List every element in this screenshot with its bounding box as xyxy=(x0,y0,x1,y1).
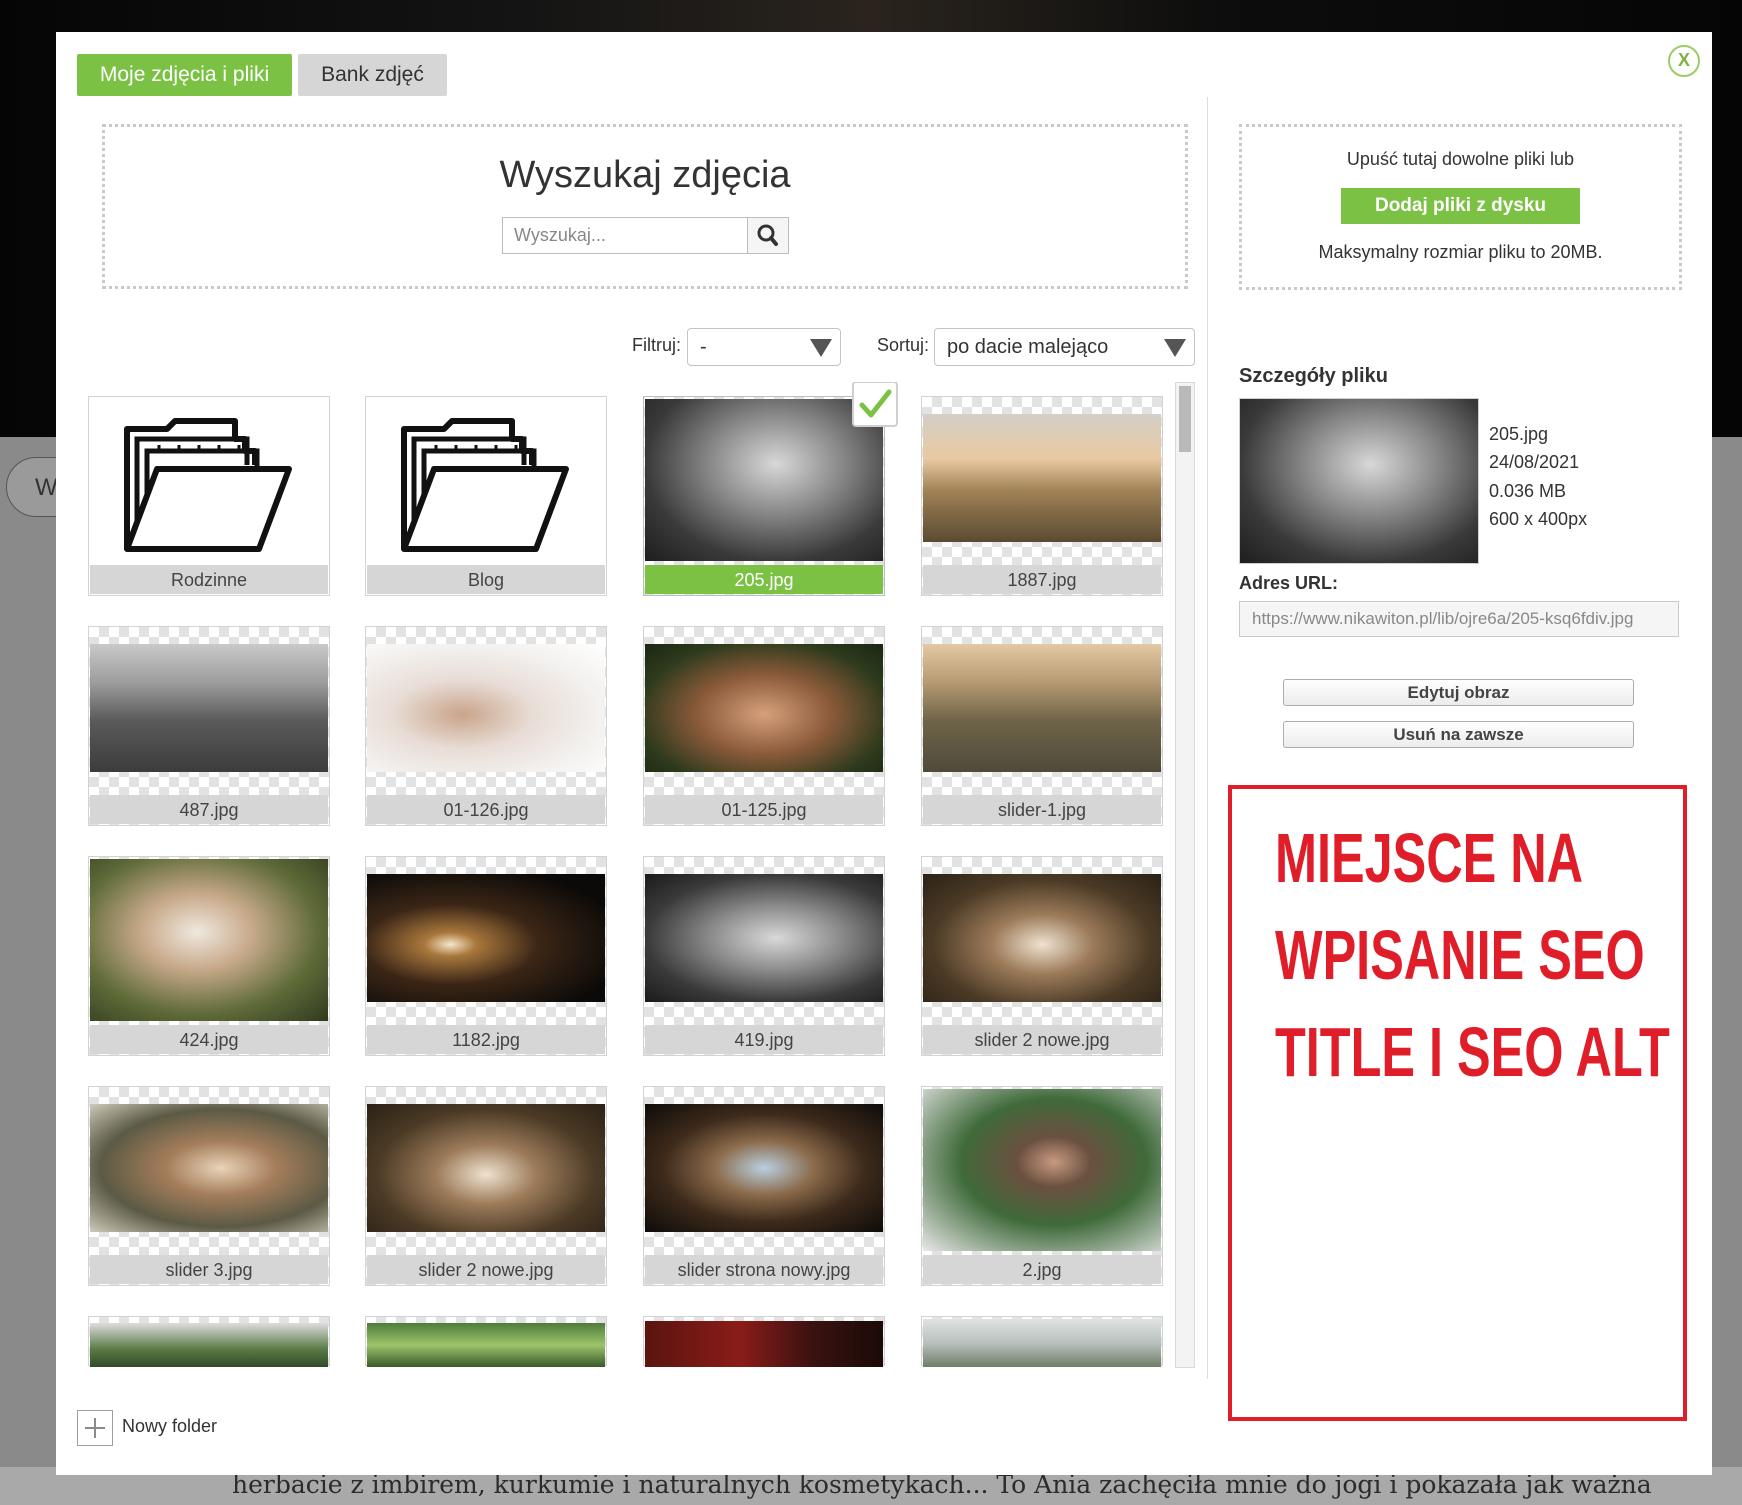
search-button[interactable] xyxy=(747,217,789,254)
seo-annotation-line: MIEJSCE NA xyxy=(1275,819,1584,897)
search-title: Wyszukaj zdjęcia xyxy=(499,154,791,196)
seo-annotation-line: TITLE I SEO ALT xyxy=(1275,1013,1670,1091)
folder-tile[interactable]: Rodzinne xyxy=(88,396,330,596)
file-name: Rodzinne xyxy=(90,565,328,594)
tab-my-files[interactable]: Moje zdjęcia i pliki xyxy=(77,54,292,96)
image-tile[interactable]: 1182.jpg xyxy=(365,856,607,1056)
search-icon xyxy=(757,224,778,246)
image-thumbnail xyxy=(645,1104,883,1232)
image-thumbnail xyxy=(367,644,605,772)
file-name: 487.jpg xyxy=(90,795,328,824)
image-tile[interactable]: slider 2 nowe.jpg xyxy=(921,856,1163,1056)
detail-size: 0.036 MB xyxy=(1489,481,1567,501)
file-name: 424.jpg xyxy=(90,1025,328,1054)
chevron-down-icon xyxy=(810,339,832,357)
image-thumbnail xyxy=(90,1104,328,1232)
image-tile[interactable]: slider strona nowy.jpg xyxy=(643,1086,885,1286)
add-files-button[interactable]: Dodaj pliki z dysku xyxy=(1341,188,1580,224)
filter-value: - xyxy=(700,336,707,358)
close-button[interactable]: X xyxy=(1668,45,1700,77)
search-panel xyxy=(102,124,1188,289)
sort-select[interactable]: po dacie malejąco xyxy=(934,328,1195,366)
max-size-note: Maksymalny rozmiar pliku to 20MB. xyxy=(1318,242,1603,262)
image-tile[interactable]: 01-125.jpg xyxy=(643,626,885,826)
detail-filename: 205.jpg xyxy=(1489,424,1549,444)
image-thumbnail xyxy=(367,874,605,1002)
image-tile[interactable]: slider 2 nowe.jpg xyxy=(365,1086,607,1286)
image-thumbnail xyxy=(923,1089,1161,1251)
sort-label: Sortuj: xyxy=(877,335,930,355)
detail-thumbnail xyxy=(1239,398,1479,564)
image-thumbnail xyxy=(645,874,883,1002)
image-thumbnail xyxy=(645,644,883,772)
file-name: 2.jpg xyxy=(923,1255,1161,1284)
detail-dimensions: 600 x 400px xyxy=(1489,509,1588,529)
file-name: slider 2 nowe.jpg xyxy=(923,1025,1161,1054)
file-grid-scrollbar[interactable] xyxy=(1175,382,1195,1368)
filter-label: Filtruj: xyxy=(632,335,681,355)
plus-icon xyxy=(85,1418,105,1438)
file-name: 1182.jpg xyxy=(367,1025,605,1054)
image-tile[interactable] xyxy=(365,1316,607,1367)
image-tile[interactable]: 424.jpg xyxy=(88,856,330,1056)
search-input[interactable] xyxy=(502,217,748,254)
image-tile[interactable]: 1887.jpg xyxy=(921,396,1163,596)
file-name: 205.jpg xyxy=(645,565,883,594)
file-name: slider strona nowy.jpg xyxy=(645,1255,883,1284)
folder-tile[interactable]: Blog xyxy=(365,396,607,596)
image-thumbnail xyxy=(367,1104,605,1232)
file-name: 01-126.jpg xyxy=(367,795,605,824)
image-tile[interactable]: 419.jpg xyxy=(643,856,885,1056)
url-field[interactable] xyxy=(1239,601,1679,637)
scrollbar-thumb[interactable] xyxy=(1179,386,1191,452)
image-tile[interactable]: 01-126.jpg xyxy=(365,626,607,826)
image-tile[interactable]: 487.jpg xyxy=(88,626,330,826)
folder-icon xyxy=(401,418,569,552)
panel-divider xyxy=(1207,97,1208,1379)
image-thumbnail xyxy=(923,874,1161,1002)
image-thumbnail xyxy=(90,859,328,1021)
file-name: slider 2 nowe.jpg xyxy=(367,1255,605,1284)
image-tile[interactable]: slider 3.jpg xyxy=(88,1086,330,1286)
image-thumbnail xyxy=(90,644,328,772)
new-folder-label[interactable]: Nowy folder xyxy=(122,1416,217,1437)
image-tile[interactable] xyxy=(921,1316,1163,1367)
image-tile[interactable]: 205.jpg xyxy=(643,382,898,596)
file-name: Blog xyxy=(367,565,605,594)
image-thumbnail xyxy=(923,644,1161,772)
filter-select[interactable]: - xyxy=(687,328,841,366)
image-thumbnail xyxy=(367,1323,605,1367)
image-thumbnail xyxy=(645,399,883,561)
file-grid: Rodzinne Blog 205.jpg 1887.jpg 487.jpg 0… xyxy=(88,382,1174,1368)
image-thumbnail xyxy=(90,1323,328,1367)
file-name: 1887.jpg xyxy=(923,565,1161,594)
delete-forever-button[interactable]: Usuń na zawsze xyxy=(1283,721,1634,748)
file-name: slider 3.jpg xyxy=(90,1255,328,1284)
selected-check-icon xyxy=(852,382,898,427)
image-thumbnail xyxy=(645,1321,883,1367)
image-tile[interactable] xyxy=(643,1316,885,1367)
folder-icon xyxy=(124,418,292,552)
file-name: 01-125.jpg xyxy=(645,795,883,824)
image-tile[interactable]: 2.jpg xyxy=(921,1086,1163,1286)
seo-annotation-line: WPISANIE SEO xyxy=(1275,916,1645,994)
file-name: slider-1.jpg xyxy=(923,795,1161,824)
tab-photo-bank[interactable]: Bank zdjęć xyxy=(298,54,447,96)
new-folder-button[interactable] xyxy=(77,1410,113,1446)
detail-date: 24/08/2021 xyxy=(1489,452,1580,472)
details-title: Szczegóły pliku xyxy=(1239,365,1388,387)
chevron-down-icon xyxy=(1164,339,1186,357)
image-thumbnail xyxy=(923,1319,1161,1367)
edit-image-button[interactable]: Edytuj obraz xyxy=(1283,679,1634,706)
url-label: Adres URL: xyxy=(1239,573,1339,593)
drop-instructions: Upuść tutaj dowolne pliki lub xyxy=(1346,149,1575,169)
file-name: 419.jpg xyxy=(645,1025,883,1054)
image-thumbnail xyxy=(923,414,1161,542)
sort-value: po dacie malejąco xyxy=(947,336,1109,358)
image-tile[interactable]: slider-1.jpg xyxy=(921,626,1163,826)
image-tile[interactable] xyxy=(88,1316,330,1367)
